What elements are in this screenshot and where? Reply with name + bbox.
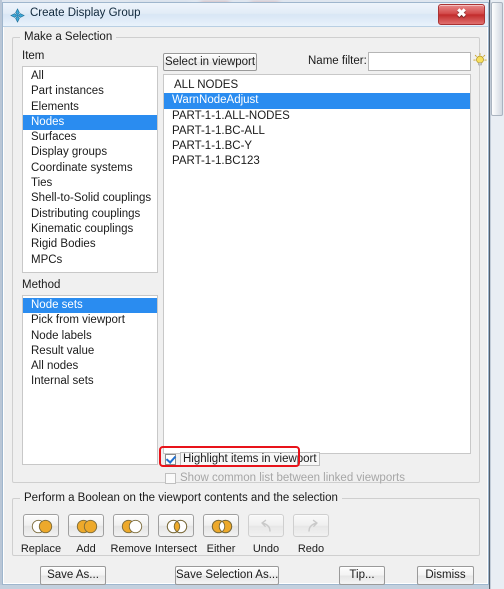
desktop-bottom-edge (0, 585, 504, 589)
dismiss-button[interactable]: Dismiss (417, 566, 474, 585)
item-list-item-row[interactable]: All (23, 69, 157, 84)
item-list-item-row[interactable]: Nodes (23, 114, 157, 131)
method-label: Method (22, 279, 61, 291)
outer-scrollbar[interactable] (490, 0, 504, 589)
method-list-item-row[interactable]: Internal sets (23, 374, 157, 389)
screen: Create Display Group ✖ Make a Selection … (0, 0, 504, 589)
name-filter-label: Name filter: (308, 55, 367, 67)
outer-scrollbar-thumb[interactable] (491, 2, 503, 116)
item-list-rows: All Part instances Elements Nodes Surfaces Di… (23, 67, 157, 268)
highlight-items-checkbox[interactable] (165, 453, 176, 465)
show-common-list-checkbox-row: Show common list between linked viewport… (165, 472, 405, 484)
node-set-list-item-row[interactable]: WarnNodeAdjust (164, 93, 470, 109)
item-list-item-row[interactable]: Kinematic couplings (23, 222, 157, 237)
node-set-list-item-row[interactable]: ALL NODES (164, 78, 470, 93)
node-sets-rows: ALL NODES WarnNodeAdjust PART-1-1.ALL-NODE… (164, 75, 470, 170)
highlight-items-checkbox-row[interactable]: Highlight items in viewport (165, 452, 320, 466)
close-icon: ✖ (456, 6, 467, 20)
venn-add-icon (76, 519, 98, 534)
item-list-item-row[interactable]: Surfaces (23, 130, 157, 145)
item-list-item-row[interactable]: Rigid Bodies (23, 237, 157, 252)
boolean-add-button[interactable] (68, 514, 104, 537)
make-a-selection-group-title: Make a Selection (20, 31, 117, 43)
boolean-intersect-button[interactable] (158, 514, 194, 537)
window-title: Create Display Group (30, 7, 141, 19)
method-list-item-row[interactable]: Result value (23, 344, 157, 359)
item-listbox[interactable]: All Part instances Elements Nodes Surfaces Di… (22, 66, 158, 273)
boolean-undo-button (248, 514, 284, 537)
item-list-item-row[interactable]: MPCs (23, 253, 157, 268)
node-set-list-item-row[interactable]: PART-1-1.BC123 (164, 154, 470, 169)
boolean-redo-button (293, 514, 329, 537)
method-list-item-row[interactable]: All nodes (23, 359, 157, 374)
close-button[interactable]: ✖ (438, 4, 485, 25)
boolean-either-button[interactable] (203, 514, 239, 537)
node-set-list-item-row[interactable]: PART-1-1.BC-Y (164, 139, 470, 154)
item-list-item-row[interactable]: Ties (23, 176, 157, 191)
method-list-rows: Node sets Pick from viewport Node labels Re… (23, 296, 157, 390)
highlight-items-label: Highlight items in viewport (180, 452, 320, 466)
item-list-item-row[interactable]: Coordinate systems (23, 161, 157, 176)
tip-button[interactable]: Tip... (339, 566, 385, 585)
save-selection-as-button[interactable]: Save Selection As... (175, 566, 279, 585)
method-list-item-row[interactable]: Pick from viewport (23, 313, 157, 328)
venn-remove-icon (121, 519, 143, 534)
show-common-list-label: Show common list between linked viewport… (180, 472, 405, 484)
save-as-button[interactable]: Save As... (40, 566, 106, 585)
item-label: Item (22, 50, 45, 62)
boolean-replace-button[interactable] (23, 514, 59, 537)
boolean-remove-button[interactable] (113, 514, 149, 537)
venn-either-icon (211, 519, 233, 534)
method-list-item-row[interactable]: Node labels (23, 329, 157, 344)
item-list-item-row[interactable]: Elements (23, 100, 157, 115)
item-list-item-row[interactable]: Distributing couplings (23, 207, 157, 222)
select-in-viewport-button[interactable]: Select in viewport (163, 53, 257, 71)
method-list-item-row[interactable]: Node sets (23, 298, 157, 314)
node-set-list-item-row[interactable]: PART-1-1.BC-ALL (164, 124, 470, 139)
abaqus-diamond-icon (10, 8, 25, 23)
venn-intersect-icon (166, 519, 188, 534)
dialog-window: Create Display Group ✖ Make a Selection … (2, 2, 489, 585)
boolean-redo-caption: Redo (297, 543, 325, 555)
node-sets-listbox[interactable]: ALL NODES WarnNodeAdjust PART-1-1.ALL-NODE… (163, 74, 471, 454)
node-set-list-item-row[interactable]: PART-1-1.ALL-NODES (164, 109, 470, 124)
item-list-item-row[interactable]: Part instances (23, 84, 157, 99)
show-common-list-checkbox (165, 472, 176, 484)
boolean-group-title: Perform a Boolean on the viewport conten… (20, 492, 342, 504)
title-bar: Create Display Group ✖ (3, 3, 488, 27)
method-listbox[interactable]: Node sets Pick from viewport Node labels Re… (22, 295, 158, 465)
name-filter-input[interactable] (368, 52, 471, 71)
undo-arrow-icon (261, 519, 271, 532)
lightbulb-icon[interactable] (473, 52, 487, 68)
redo-arrow-icon (308, 519, 318, 532)
item-list-item-row[interactable]: Display groups (23, 145, 157, 160)
item-list-item-row[interactable]: Shell-to-Solid couplings (23, 191, 157, 206)
venn-replace-icon (31, 519, 53, 534)
